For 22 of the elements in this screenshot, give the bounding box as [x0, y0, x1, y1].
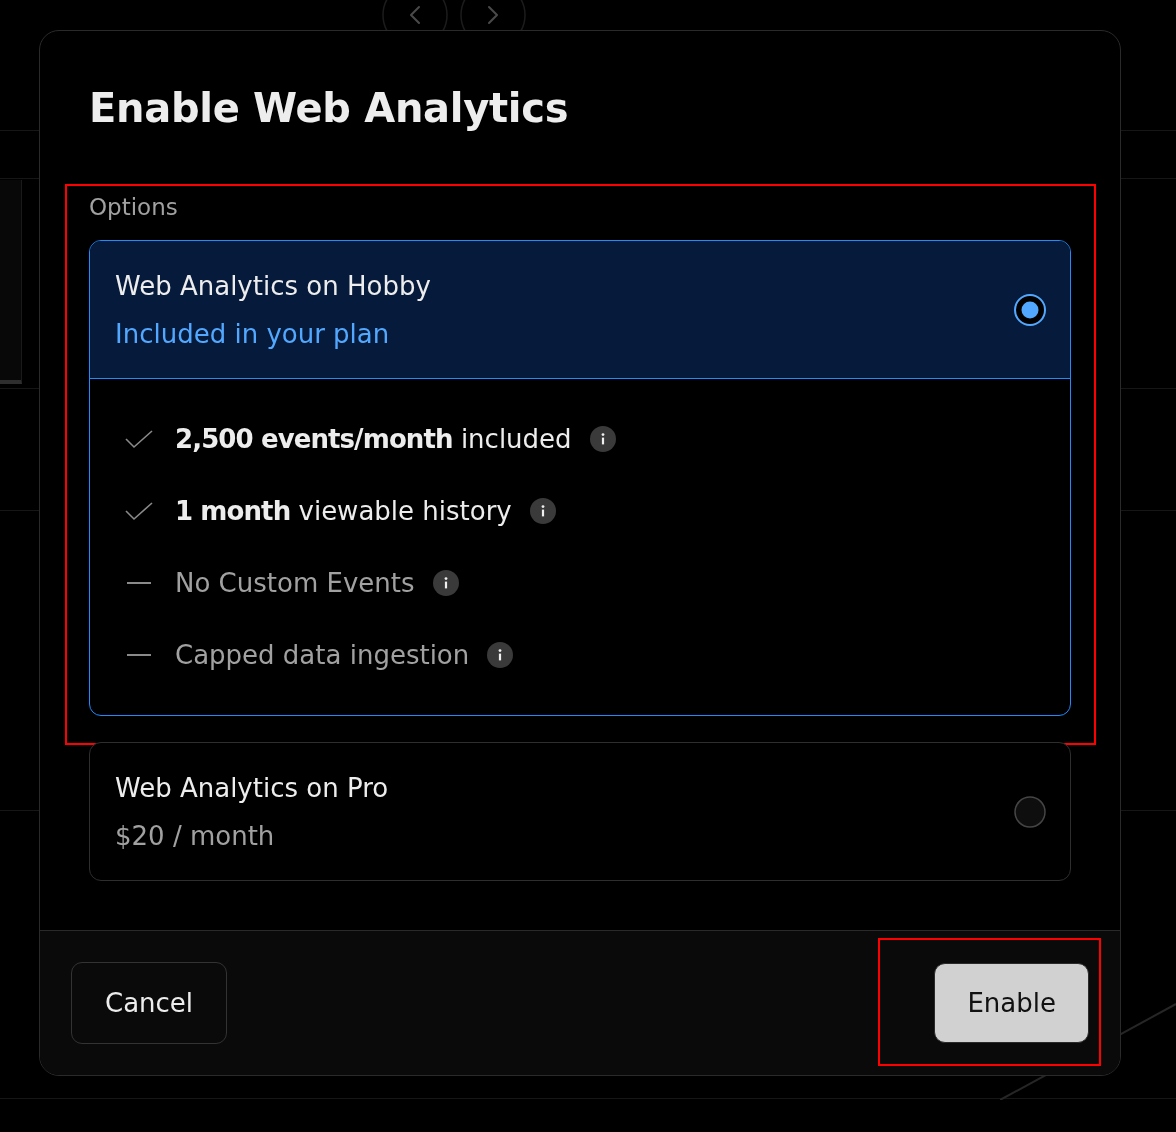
- plan-subtitle: $20 / month: [115, 820, 275, 853]
- feature-text: No Custom Events: [175, 567, 415, 600]
- cancel-button[interactable]: Cancel: [71, 962, 228, 1044]
- radio-button[interactable]: [1014, 294, 1046, 326]
- feature-text: 2,500 events/month included: [175, 423, 572, 456]
- plan-name: Web Analytics on Pro: [115, 772, 389, 805]
- info-icon[interactable]: [487, 642, 514, 668]
- plan-subtitle: Included in your plan: [115, 318, 390, 351]
- feature-text: 1 month viewable history: [175, 495, 512, 528]
- info-icon[interactable]: [529, 498, 556, 524]
- enable-button[interactable]: Enable: [934, 963, 1089, 1043]
- info-icon[interactable]: [589, 426, 616, 452]
- plan-name: Web Analytics on Hobby: [115, 270, 431, 303]
- feature-text: Capped data ingestion: [175, 639, 470, 672]
- dialog-title: Enable Web Analytics: [89, 84, 569, 133]
- options-label: Options: [89, 193, 178, 222]
- radio-button[interactable]: [1014, 796, 1046, 828]
- plan-card[interactable]: Web Analytics on Hobby Included in your plan 2,500 events/month included 1 month viewable history No Custom Events Capped data ingestion: [89, 240, 1071, 716]
- chevron-right-icon: [488, 6, 498, 24]
- chevron-left-icon: [410, 6, 420, 24]
- plan-card[interactable]: Web Analytics on Pro $20 / month: [89, 742, 1071, 881]
- info-icon[interactable]: [432, 570, 459, 596]
